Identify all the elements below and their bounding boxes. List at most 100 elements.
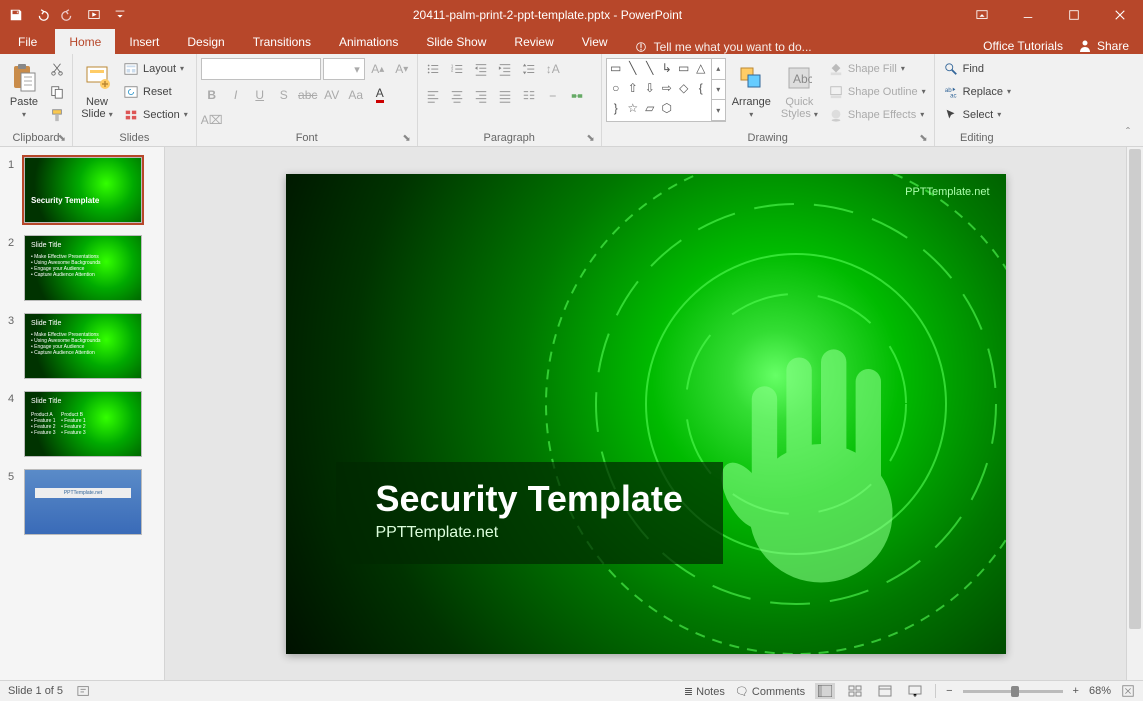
spell-check-icon[interactable] [77,684,91,698]
collapse-ribbon-button[interactable]: ˆ [1117,121,1139,142]
gallery-up[interactable]: ▴ [712,59,725,80]
paragraph-launcher[interactable]: ⬊ [586,133,594,144]
spacing-button[interactable]: AV [321,84,343,105]
save-button[interactable] [4,3,28,27]
reading-view-button[interactable] [875,683,895,699]
gallery-down[interactable]: ▾ [712,80,725,101]
new-slide-button[interactable]: New Slide ▾ [77,58,117,124]
clipboard-launcher[interactable]: ⬊ [58,133,66,144]
slide-editor[interactable]: PPTTemplate.net Security Template PPTTem… [165,147,1126,680]
replace-button[interactable]: abacReplace ▾ [939,81,1015,102]
paste-button[interactable]: Paste▾ [4,58,44,124]
decrease-indent-button[interactable] [470,58,492,79]
font-color-button[interactable]: A [369,84,391,105]
justify-button[interactable] [494,85,516,106]
fit-to-window-button[interactable] [1121,684,1135,698]
increase-font-button[interactable]: A▴ [367,59,389,80]
smartart-button[interactable] [566,85,588,106]
columns-button[interactable] [518,85,540,106]
undo-button[interactable] [30,3,54,27]
font-family-combo[interactable] [201,58,321,80]
shape-rect-icon[interactable]: ▭ [609,61,623,74]
change-case-button[interactable]: Aa [345,84,367,105]
thumbnail-slide-4[interactable]: Slide TitleProduct A Product B• Feature … [24,391,142,457]
drawing-launcher[interactable]: ⬊ [919,133,927,144]
select-button[interactable]: Select ▾ [939,104,1015,125]
zoom-out-button[interactable]: − [946,685,952,697]
tab-slideshow[interactable]: Slide Show [412,29,500,54]
shape-callout-icon[interactable]: ▱ [643,102,657,115]
clear-formatting-button[interactable]: A⌧ [201,109,223,130]
reset-button[interactable]: Reset [119,81,192,102]
zoom-slider[interactable] [963,690,1063,693]
thumbnail-slide-3[interactable]: Slide Title• Make Effective Presentation… [24,313,142,379]
shape-rbrace-icon[interactable]: } [609,102,623,115]
line-spacing-button[interactable] [518,58,540,79]
font-size-combo[interactable]: ▾ [323,58,365,80]
shape-arrow-icon[interactable]: ⇨ [660,81,674,94]
normal-view-button[interactable] [815,683,835,699]
thumbnail-slide-2[interactable]: Slide Title• Make Effective Presentation… [24,235,142,301]
shadow-button[interactable]: S [273,84,295,105]
redo-button[interactable] [56,3,80,27]
tab-file[interactable]: File [4,29,55,54]
office-tutorials-link[interactable]: Office Tutorials [983,39,1063,53]
ribbon-display-button[interactable] [959,0,1005,29]
copy-button[interactable] [46,81,68,102]
shape-lbrace-icon[interactable]: { [694,81,708,94]
shape-connector-icon[interactable]: ↳ [660,61,674,74]
arrange-button[interactable]: Arrange▾ [728,58,775,124]
tell-me-search[interactable]: Tell me what you want to do... [634,40,812,54]
shapes-gallery[interactable]: ▭ ╲ ╲ ↳ ▭ △ ○ ⇧ ⇩ ⇨ ◇ { } ☆ ▱ ⬡ ▴▾▾ [606,58,726,122]
shape-line-icon[interactable]: ╲ [626,61,640,74]
find-button[interactable]: Find [939,58,1015,79]
text-direction-button[interactable]: ↕A [542,58,564,79]
thumbnail-slide-1[interactable]: Security Template [24,157,142,223]
minimize-button[interactable] [1005,0,1051,29]
slide-counter[interactable]: Slide 1 of 5 [8,685,63,697]
numbering-button[interactable]: 12 [446,58,468,79]
thumbnail-slide-5[interactable]: PPTTemplate.net [24,469,142,535]
tab-review[interactable]: Review [500,29,567,54]
section-button[interactable]: Section ▾ [119,104,192,125]
start-from-beginning-button[interactable] [82,3,106,27]
shape-rect2-icon[interactable]: ▭ [677,61,691,74]
slide-canvas[interactable]: PPTTemplate.net Security Template PPTTem… [286,174,1006,654]
gallery-more[interactable]: ▾ [712,100,725,121]
comments-button[interactable]: 🗨 Comments [735,685,805,698]
underline-button[interactable]: U [249,84,271,105]
shape-arrowup-icon[interactable]: ⇧ [626,81,640,94]
shape-tri-icon[interactable]: △ [694,61,708,74]
shape-star-icon[interactable]: ☆ [626,102,640,115]
shape-effects-button[interactable]: Shape Effects ▾ [824,104,930,125]
vertical-scrollbar[interactable] [1126,147,1143,680]
decrease-font-button[interactable]: A▾ [391,59,413,80]
shape-hex-icon[interactable]: ⬡ [660,102,674,115]
notes-button[interactable]: ≣ Notes [684,685,725,698]
increase-indent-button[interactable] [494,58,516,79]
tab-view[interactable]: View [568,29,622,54]
quick-styles-button[interactable]: Abc Quick Styles ▾ [777,58,822,124]
title-text-box[interactable]: Security Template PPTTemplate.net [336,462,723,564]
shape-fill-button[interactable]: Shape Fill ▾ [824,58,930,79]
zoom-level[interactable]: 68% [1089,685,1111,697]
tab-home[interactable]: Home [55,29,115,54]
close-button[interactable] [1097,0,1143,29]
strikethrough-button[interactable]: abc [297,84,319,105]
shape-diamond-icon[interactable]: ◇ [677,81,691,94]
align-center-button[interactable] [446,85,468,106]
shape-arrowdn-icon[interactable]: ⇩ [643,81,657,94]
tab-animations[interactable]: Animations [325,29,412,54]
shape-line2-icon[interactable]: ╲ [643,61,657,74]
zoom-in-button[interactable]: + [1073,685,1079,697]
qat-customize-button[interactable] [108,3,132,27]
tab-transitions[interactable]: Transitions [239,29,325,54]
align-text-button[interactable]: ⎯ [542,85,564,106]
shape-outline-button[interactable]: Shape Outline ▾ [824,81,930,102]
scroll-thumb[interactable] [1129,149,1141,629]
layout-button[interactable]: Layout ▾ [119,58,192,79]
bullets-button[interactable] [422,58,444,79]
maximize-button[interactable] [1051,0,1097,29]
slide-sorter-button[interactable] [845,683,865,699]
slideshow-button[interactable] [905,683,925,699]
